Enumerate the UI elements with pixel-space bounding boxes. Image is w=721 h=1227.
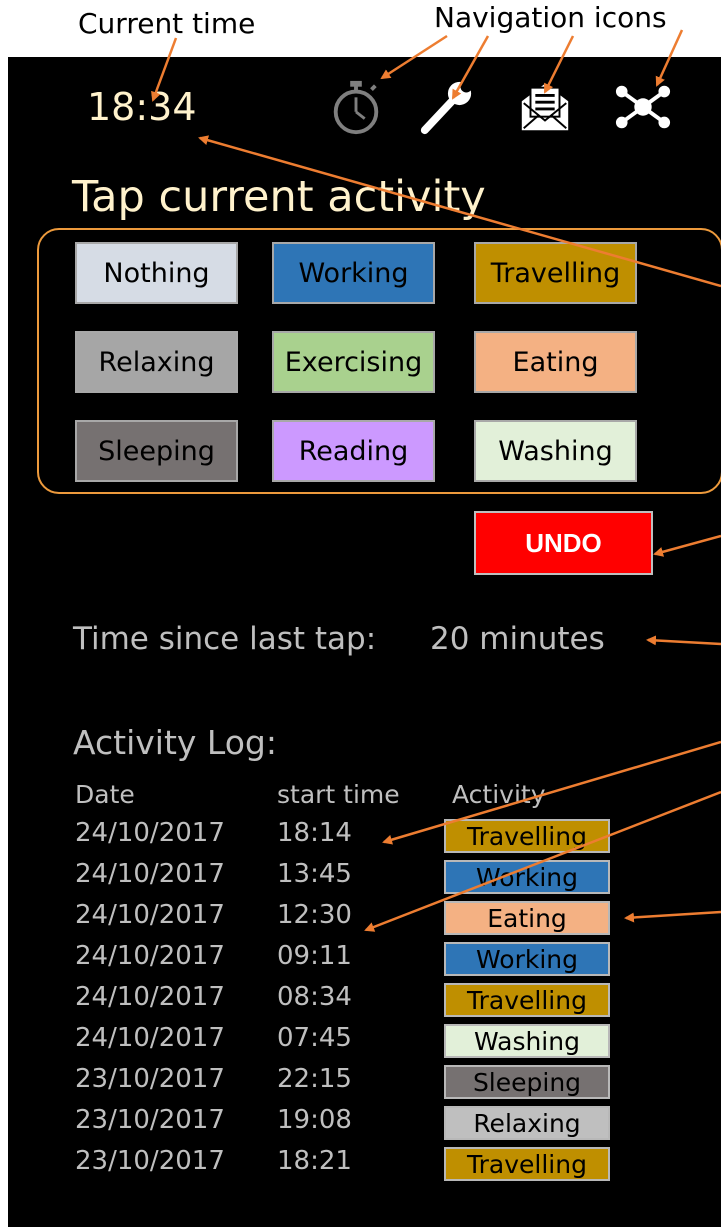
activity-button-working[interactable]: Working — [272, 242, 435, 304]
log-row-start-time: 18:21 — [277, 1146, 352, 1176]
log-row-activity: Relaxing — [444, 1106, 610, 1140]
log-row-date: 24/10/2017 — [75, 900, 225, 930]
log-row-date: 23/10/2017 — [75, 1064, 225, 1094]
log-row-date: 23/10/2017 — [75, 1105, 225, 1135]
log-row-start-time: 13:45 — [277, 859, 352, 889]
log-row-date: 24/10/2017 — [75, 941, 225, 971]
page-title: Tap current activity — [72, 172, 486, 222]
log-row-start-time: 22:15 — [277, 1064, 352, 1094]
network-icon[interactable] — [614, 78, 672, 136]
log-row-date: 24/10/2017 — [75, 818, 225, 848]
activity-button-washing[interactable]: Washing — [474, 420, 637, 482]
undo-button[interactable]: UNDO — [474, 511, 653, 575]
time-since-value: 20 minutes — [430, 621, 605, 657]
activity-button-exercising[interactable]: Exercising — [272, 331, 435, 393]
log-row-date: 24/10/2017 — [75, 982, 225, 1012]
annotation-current-time: Current time — [78, 7, 256, 40]
log-row-start-time: 18:14 — [277, 818, 352, 848]
wrench-icon[interactable] — [417, 78, 475, 136]
log-row-start-time: 09:11 — [277, 941, 352, 971]
log-row-start-time: 19:08 — [277, 1105, 352, 1135]
log-row-activity: Working — [444, 860, 610, 894]
log-row-date: 24/10/2017 — [75, 1023, 225, 1053]
log-row-date: 23/10/2017 — [75, 1146, 225, 1176]
column-header-start-time: start time — [277, 780, 400, 809]
activity-button-travelling[interactable]: Travelling — [474, 242, 637, 304]
activity-button-sleeping[interactable]: Sleeping — [75, 420, 238, 482]
log-row-date: 24/10/2017 — [75, 859, 225, 889]
time-since-last-tap: Time since last tap: 20 minutes — [73, 621, 605, 657]
activity-button-eating[interactable]: Eating — [474, 331, 637, 393]
log-row-start-time: 12:30 — [277, 900, 352, 930]
time-since-label: Time since last tap: — [73, 621, 377, 657]
column-header-activity: Activity — [452, 780, 546, 809]
activity-button-reading[interactable]: Reading — [272, 420, 435, 482]
log-row-activity: Sleeping — [444, 1065, 610, 1099]
log-row-activity: Eating — [444, 901, 610, 935]
log-row-activity: Travelling — [444, 983, 610, 1017]
activity-button-relaxing[interactable]: Relaxing — [75, 331, 238, 393]
mail-icon[interactable] — [516, 78, 574, 136]
activity-log-title: Activity Log: — [73, 723, 277, 762]
log-row-start-time: 07:45 — [277, 1023, 352, 1053]
annotation-navigation-icons: Navigation icons — [434, 1, 667, 34]
log-row-activity: Travelling — [444, 819, 610, 853]
current-time: 18:34 — [87, 85, 197, 129]
log-row-activity: Washing — [444, 1024, 610, 1058]
stopwatch-icon[interactable] — [327, 78, 385, 136]
log-row-activity: Working — [444, 942, 610, 976]
column-header-date: Date — [75, 780, 135, 809]
log-row-start-time: 08:34 — [277, 982, 352, 1012]
log-row-activity: Travelling — [444, 1147, 610, 1181]
activity-button-nothing[interactable]: Nothing — [75, 242, 238, 304]
